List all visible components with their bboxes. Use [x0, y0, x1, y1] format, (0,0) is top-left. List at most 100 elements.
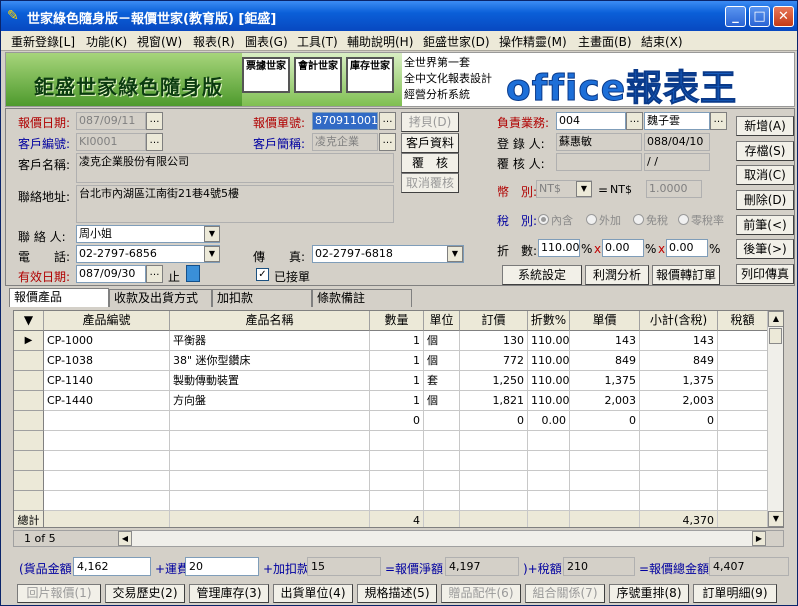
- grid-cell[interactable]: [170, 471, 370, 491]
- row-header[interactable]: [14, 371, 44, 391]
- phone-field[interactable]: 02-2797-6856: [76, 245, 220, 263]
- copy-quote-button[interactable]: 回片報價(1): [17, 584, 101, 603]
- grid-cell[interactable]: 1: [370, 351, 424, 371]
- horizontal-scrollbar[interactable]: [132, 531, 752, 546]
- grid-cell[interactable]: [170, 431, 370, 451]
- scroll-thumb[interactable]: [769, 328, 782, 344]
- grid-cell[interactable]: [718, 471, 768, 491]
- menu-report[interactable]: 報表(R): [193, 33, 235, 50]
- grid-cell[interactable]: 套: [424, 371, 460, 391]
- customer-name-field[interactable]: 凌克企業股份有限公司: [76, 153, 394, 183]
- grid-cell[interactable]: [528, 431, 570, 451]
- grid-cell[interactable]: 110.00: [528, 371, 570, 391]
- goods-amount-field[interactable]: 4,162: [73, 557, 151, 576]
- grid-cell[interactable]: [718, 391, 768, 411]
- grid-cell[interactable]: 1,375: [570, 371, 640, 391]
- grid-cell[interactable]: 849: [640, 351, 718, 371]
- grid-cell[interactable]: [170, 451, 370, 471]
- grid-cell[interactable]: 個: [424, 331, 460, 351]
- grid-cell[interactable]: [44, 451, 170, 471]
- grid-cell[interactable]: [640, 471, 718, 491]
- menu-window[interactable]: 視窗(W): [137, 33, 182, 50]
- scroll-up-icon[interactable]: ▲: [768, 311, 783, 327]
- order-detail-button[interactable]: 訂單明細(9): [693, 584, 777, 603]
- grid-cell[interactable]: [570, 491, 640, 511]
- grid-cell[interactable]: [570, 431, 640, 451]
- tax-option-inclusive[interactable]: 內含: [538, 212, 573, 228]
- grid-cell[interactable]: [460, 491, 528, 511]
- received-checkbox[interactable]: ✓: [256, 268, 269, 281]
- save-button[interactable]: 存檔(S): [736, 141, 794, 161]
- salesperson-code-field[interactable]: 004: [556, 112, 626, 130]
- delete-button[interactable]: 刪除(D): [736, 190, 794, 210]
- grid-cell[interactable]: [640, 451, 718, 471]
- customer-info-button[interactable]: 客戶資料: [401, 133, 459, 153]
- grid-cell[interactable]: [718, 411, 768, 431]
- grid-cell[interactable]: [718, 451, 768, 471]
- grid-cell[interactable]: 0: [570, 411, 640, 431]
- system-settings-button[interactable]: 系統設定: [502, 265, 582, 285]
- row-header[interactable]: [14, 431, 44, 451]
- menu-jusheng[interactable]: 鉅盛世家(D): [423, 33, 490, 50]
- grid-cell[interactable]: [718, 491, 768, 511]
- prev-record-button[interactable]: 前筆(<): [736, 215, 794, 235]
- quote-date-picker[interactable]: …: [146, 112, 163, 130]
- col-header-code[interactable]: 產品編號: [44, 311, 170, 331]
- trade-history-button[interactable]: 交易歷史(2): [105, 584, 185, 603]
- menu-wizard[interactable]: 操作精靈(M): [499, 33, 567, 50]
- grid-cell[interactable]: 1,821: [460, 391, 528, 411]
- grid-cell[interactable]: [640, 491, 718, 511]
- currency-dropdown-icon[interactable]: ▼: [576, 181, 592, 197]
- minimize-button[interactable]: _: [725, 6, 746, 27]
- grid-cell[interactable]: [424, 451, 460, 471]
- grid-cell[interactable]: [570, 451, 640, 471]
- grid-cell[interactable]: [460, 471, 528, 491]
- gift-accessory-button[interactable]: 贈品配件(6): [441, 584, 521, 603]
- close-button[interactable]: ✕: [773, 6, 794, 27]
- grid-cell[interactable]: 110.00: [528, 351, 570, 371]
- grid-cell[interactable]: CP-1000: [44, 331, 170, 351]
- grid-cell[interactable]: [44, 491, 170, 511]
- customer-short-picker[interactable]: …: [379, 133, 396, 151]
- contact-field[interactable]: 周小姐: [76, 225, 220, 243]
- grid-cell[interactable]: [528, 451, 570, 471]
- review-button[interactable]: 覆 核: [401, 153, 459, 173]
- grid-cell[interactable]: 平衡器: [170, 331, 370, 351]
- grid-cell[interactable]: [44, 431, 170, 451]
- row-header[interactable]: [14, 351, 44, 371]
- phone-dropdown-icon[interactable]: ▼: [204, 246, 220, 262]
- copy-button[interactable]: 拷貝(D): [401, 112, 459, 132]
- tab-quote-products[interactable]: 報價產品: [9, 288, 109, 307]
- col-header-unit-price[interactable]: 單價: [570, 311, 640, 331]
- profit-analysis-button[interactable]: 利潤分析: [585, 265, 649, 285]
- grid-cell[interactable]: [640, 431, 718, 451]
- manage-stock-button[interactable]: 管理庫存(3): [189, 584, 269, 603]
- grid-cell[interactable]: 0: [460, 411, 528, 431]
- grid-cell[interactable]: 849: [570, 351, 640, 371]
- grid-cell[interactable]: [170, 411, 370, 431]
- col-header-unit[interactable]: 單位: [424, 311, 460, 331]
- document-icon[interactable]: [186, 265, 200, 282]
- grid-cell[interactable]: [170, 491, 370, 511]
- grid-cell[interactable]: CP-1440: [44, 391, 170, 411]
- menu-help[interactable]: 輔助說明(H): [347, 33, 413, 50]
- grid-cell[interactable]: 2,003: [640, 391, 718, 411]
- address-field[interactable]: 台北市內湖區江南街21巷4號5樓: [76, 185, 394, 223]
- title-bar[interactable]: ✎ 世家綠色隨身版－報價世家(教育版) [鉅盛] _ □ ✕: [1, 1, 797, 31]
- row-header[interactable]: [14, 451, 44, 471]
- grid-cell[interactable]: 772: [460, 351, 528, 371]
- grid-cell[interactable]: [718, 351, 768, 371]
- valid-date-picker[interactable]: …: [146, 265, 163, 283]
- row-header[interactable]: [14, 471, 44, 491]
- grid-cell[interactable]: 143: [640, 331, 718, 351]
- cancel-review-button[interactable]: 取消覆核: [401, 173, 459, 193]
- valid-date-field[interactable]: 087/09/30: [76, 265, 146, 283]
- customer-short-field[interactable]: 凌克企業: [312, 133, 378, 151]
- customer-code-field[interactable]: KI0001: [76, 133, 146, 151]
- shipping-unit-button[interactable]: 出貨單位(4): [273, 584, 353, 603]
- grid-cell[interactable]: [424, 431, 460, 451]
- grid-cell[interactable]: [370, 471, 424, 491]
- row-header[interactable]: ▶: [14, 331, 44, 351]
- quote-to-order-button[interactable]: 報價轉訂單: [652, 265, 720, 285]
- salesperson-name-picker[interactable]: …: [710, 112, 727, 130]
